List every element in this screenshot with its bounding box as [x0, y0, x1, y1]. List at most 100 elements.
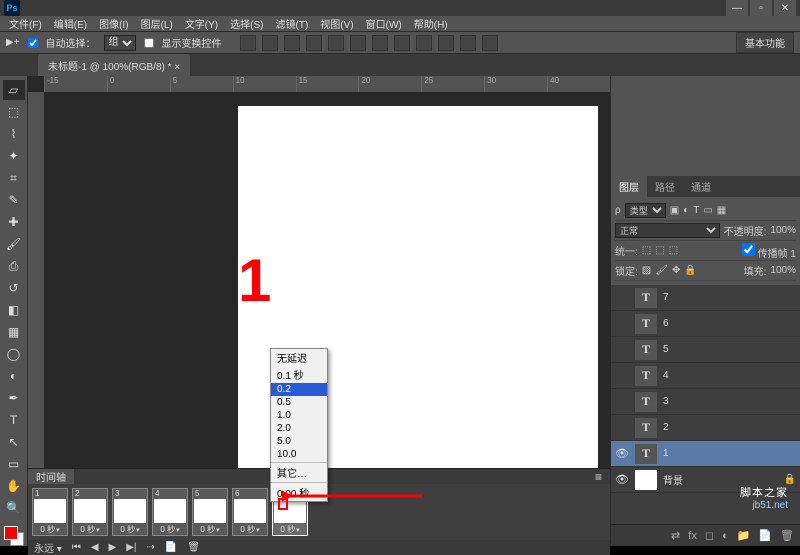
menu-view[interactable]: 视图(V) [315, 16, 358, 31]
auto-select-checkbox[interactable] [28, 38, 38, 48]
delay-menu-item[interactable]: 无延迟 [271, 349, 327, 366]
delay-menu-item[interactable]: 2.0 [271, 422, 327, 435]
mask-icon[interactable]: ◻ [705, 529, 714, 542]
tab-paths[interactable]: 路径 [647, 176, 683, 197]
filter-image-icon[interactable]: ▣ [670, 205, 679, 216]
filter-icon[interactable]: ρ [615, 205, 621, 216]
layer-row[interactable]: T 6 [611, 311, 800, 337]
timeline-frame[interactable]: 6 0 秒▾ [232, 488, 268, 536]
new-frame-button[interactable]: 📄 [165, 542, 177, 553]
distribute-icon[interactable] [482, 35, 498, 51]
unify-position-icon[interactable]: ⬚ [642, 245, 651, 256]
distribute-icon[interactable] [394, 35, 410, 51]
layer-row[interactable]: T 4 [611, 363, 800, 389]
delay-menu-item[interactable]: 1.0 [271, 409, 327, 422]
next-frame-button[interactable]: ▶| [126, 542, 136, 553]
hand-tool[interactable]: ✋ [3, 476, 25, 496]
lock-position-icon[interactable]: ✥ [672, 265, 680, 276]
pen-tool[interactable]: ✒ [3, 388, 25, 408]
frame-delay-button[interactable]: 0 秒▾ [200, 524, 219, 535]
frame-delay-button[interactable]: 0 秒▾ [160, 524, 179, 535]
path-tool[interactable]: ↖ [3, 432, 25, 452]
visibility-toggle[interactable] [615, 369, 629, 383]
frame-delay-button[interactable]: 0 秒▾ [80, 524, 99, 535]
menu-type[interactable]: 文字(Y) [180, 16, 223, 31]
delay-menu-item[interactable]: 0.5 [271, 396, 327, 409]
delay-menu-item[interactable]: 0.2 [271, 383, 327, 396]
frame-delay-button[interactable]: 0 秒▾ [40, 524, 59, 535]
unify-visibility-icon[interactable]: ⬚ [655, 245, 664, 256]
eyedropper-tool[interactable]: ✎ [3, 190, 25, 210]
frame-delay-button[interactable]: 0 秒▾ [120, 524, 139, 535]
propagate-frame-checkbox[interactable] [742, 242, 755, 257]
distribute-icon[interactable] [416, 35, 432, 51]
link-layers-icon[interactable]: ⇄ [671, 529, 680, 542]
frame-delay-button[interactable]: 0 秒▾ [240, 524, 259, 535]
visibility-toggle[interactable] [615, 343, 629, 357]
layer-row[interactable]: T 2 [611, 415, 800, 441]
visibility-toggle[interactable]: 👁 [615, 473, 629, 487]
tab-channels[interactable]: 通道 [683, 176, 719, 197]
delay-menu-item[interactable]: 5.0 [271, 435, 327, 448]
timeline-frame[interactable]: 3 0 秒▾ [112, 488, 148, 536]
dodge-tool[interactable]: ◐ [3, 366, 25, 386]
filter-adj-icon[interactable]: ◐ [683, 205, 689, 216]
lock-all-icon[interactable]: 🔒 [684, 265, 696, 276]
layer-kind-filter[interactable]: 类型 [625, 203, 666, 218]
foreground-swatch[interactable] [4, 526, 18, 540]
visibility-toggle[interactable] [615, 291, 629, 305]
heal-tool[interactable]: ✚ [3, 212, 25, 232]
distribute-icon[interactable] [438, 35, 454, 51]
layer-row[interactable]: 👁 T 1 [611, 441, 800, 467]
crop-tool[interactable]: ⌗ [3, 168, 25, 188]
first-frame-button[interactable]: ⏮ [72, 542, 81, 553]
group-icon[interactable]: 📁 [737, 529, 751, 542]
timeline-menu-icon[interactable]: ≡ [587, 470, 610, 484]
auto-select-dropdown[interactable]: 组 [104, 35, 136, 51]
visibility-toggle[interactable]: 👁 [615, 447, 629, 461]
layer-row[interactable]: T 3 [611, 389, 800, 415]
align-icon[interactable] [262, 35, 278, 51]
menu-file[interactable]: 文件(F) [4, 16, 47, 31]
menu-image[interactable]: 图像(I) [94, 16, 133, 31]
show-transform-checkbox[interactable] [144, 38, 154, 48]
move-tool[interactable]: ▱ [3, 80, 25, 100]
menu-layer[interactable]: 图层(L) [136, 16, 178, 31]
distribute-icon[interactable] [372, 35, 388, 51]
tab-timeline[interactable]: 时间轴 [28, 469, 74, 484]
zoom-tool[interactable]: 🔍 [3, 498, 25, 518]
prev-frame-button[interactable]: ◀ [91, 542, 99, 553]
visibility-toggle[interactable] [615, 317, 629, 331]
delay-menu-item[interactable]: 0.1 秒 [271, 366, 327, 383]
document-tab[interactable]: 未标题-1 @ 100%(RGB/8) * × [38, 54, 190, 76]
close-button[interactable]: ✕ [774, 0, 796, 16]
align-icon[interactable] [350, 35, 366, 51]
trash-icon[interactable]: 🗑 [780, 529, 794, 542]
history-brush-tool[interactable]: ↺ [3, 278, 25, 298]
tween-button[interactable]: ⇢ [147, 542, 155, 553]
color-swatches[interactable] [4, 526, 24, 546]
delay-menu-item[interactable]: 0.00 秒 [271, 484, 327, 501]
marquee-tool[interactable]: ⬚ [3, 102, 25, 122]
filter-type-icon[interactable]: T [693, 205, 699, 216]
brush-tool[interactable]: 🖌 [3, 234, 25, 254]
filter-smart-icon[interactable]: ▦ [717, 205, 726, 216]
wand-tool[interactable]: ✦ [3, 146, 25, 166]
menu-window[interactable]: 窗口(W) [361, 16, 407, 31]
delay-menu-item[interactable]: 其它… [271, 464, 327, 481]
layer-row[interactable]: T 5 [611, 337, 800, 363]
blend-mode-dropdown[interactable]: 正常 [615, 223, 720, 238]
unify-style-icon[interactable]: ⬚ [669, 245, 678, 256]
visibility-toggle[interactable] [615, 395, 629, 409]
timeline-frame[interactable]: 1 0 秒▾ [32, 488, 68, 536]
distribute-icon[interactable] [460, 35, 476, 51]
tab-layers[interactable]: 图层 [611, 176, 647, 197]
opacity-value[interactable]: 100% [770, 225, 796, 236]
menu-select[interactable]: 选择(S) [225, 16, 268, 31]
delay-menu-item[interactable]: 10.0 [271, 448, 327, 461]
minimize-button[interactable]: — [726, 0, 748, 16]
lock-transparency-icon[interactable]: ▨ [642, 265, 651, 276]
layer-row[interactable]: 👁 背景 🔒 [611, 467, 800, 493]
menu-help[interactable]: 帮助(H) [409, 16, 453, 31]
fill-value[interactable]: 100% [770, 265, 796, 276]
